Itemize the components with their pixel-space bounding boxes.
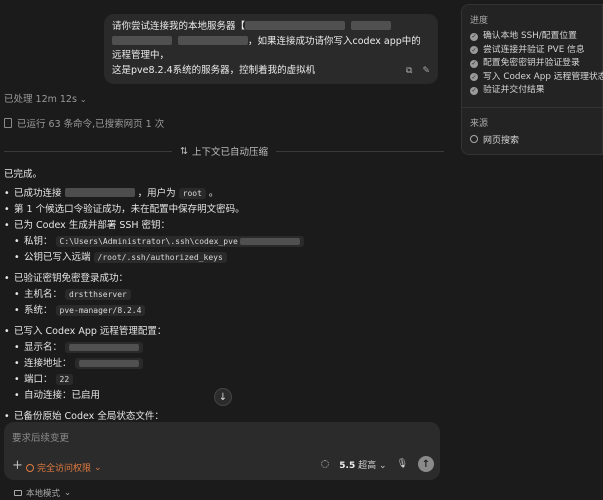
sources-title: 来源 bbox=[470, 118, 489, 129]
progress-step: ✓ 验证并交付结果 bbox=[470, 85, 545, 95]
progress-panel: 进度 ✓ 确认本地 SSH/配置位置 ✓ 尝试连接并验证 PVE 信息 ✓ 配置免密密… bbox=[461, 4, 603, 155]
redacted-text bbox=[112, 35, 172, 45]
monitor-icon bbox=[14, 490, 22, 496]
globe-icon bbox=[470, 135, 478, 143]
composer-input[interactable]: 要求后续变更 bbox=[12, 430, 69, 444]
check-icon: ✓ bbox=[470, 46, 478, 55]
chevron-down-icon: ⌄ bbox=[79, 95, 87, 104]
code-display-name bbox=[65, 342, 144, 353]
code-private-key: C:\Users\Administrator\.ssh\codex_pve bbox=[55, 236, 304, 247]
list-item: 已成功连接 ，用户为 root 。 bbox=[4, 186, 440, 202]
progress-step: ✓ 尝试连接并验证 PVE 信息 bbox=[470, 44, 585, 55]
composer[interactable]: 要求后续变更 + 完全访问权限 ⌄ 5.5 超高 ⌄ 🎙 ↑ bbox=[4, 422, 440, 480]
done-text: 已完成。 bbox=[4, 169, 43, 180]
list-item: 显示名： bbox=[4, 340, 440, 356]
redacted-text bbox=[245, 21, 346, 30]
redacted-text bbox=[178, 35, 248, 45]
check-icon: ✓ bbox=[470, 73, 478, 82]
list-item: 端口： 22 bbox=[4, 372, 440, 388]
chat-area: 请你尝试连接我的本地服务器【 ，如果连接成功请你写入codex app中的远程管… bbox=[0, 0, 446, 500]
mode-label: 本地模式 bbox=[26, 489, 61, 499]
compress-icon: ⇅ bbox=[180, 145, 188, 157]
app-window: 请你尝试连接我的本地服务器【 ，如果连接成功请你写入codex app中的远程管… bbox=[0, 0, 603, 500]
mode-selector[interactable]: 本地模式 ⌄ bbox=[14, 487, 71, 499]
copy-icon[interactable]: ⧉ bbox=[406, 66, 412, 76]
check-icon: ✓ bbox=[470, 59, 478, 68]
list-item: 公钥已写入远端 /root/.ssh/authorized_keys bbox=[4, 250, 440, 266]
list-item: 连接地址： bbox=[4, 356, 440, 372]
progress-step: ✓ 配置免密密钥并验证登录 bbox=[470, 58, 580, 68]
send-button[interactable]: ↑ bbox=[418, 456, 434, 472]
redacted-text bbox=[64, 188, 135, 197]
code-user: root bbox=[178, 188, 206, 199]
run-summary[interactable]: 已运行 63 条命令,已搜索网页 1 次 bbox=[4, 116, 164, 130]
list-item: 私钥： C:\Users\Administrator\.ssh\codex_pv… bbox=[4, 234, 440, 250]
redacted-text bbox=[351, 21, 392, 30]
progress-step: ✓ 确认本地 SSH/配置位置 bbox=[470, 31, 577, 41]
compressed-label: 上下文已自动压缩 bbox=[191, 147, 268, 158]
source-item[interactable]: 网页搜索 bbox=[470, 133, 594, 146]
compressed-notice: ⇅ 上下文已自动压缩 bbox=[172, 144, 276, 159]
model-selector[interactable]: 5.5 超高 ⌄ bbox=[339, 458, 386, 471]
list-item: 已为 Codex 生成并部署 SSH 密钥： bbox=[4, 218, 440, 234]
progress-step: ✓ 写入 Codex App 远程管理状态 bbox=[470, 71, 603, 82]
divider-line bbox=[276, 150, 445, 152]
divider bbox=[462, 106, 602, 108]
list-item: 第 1 个候选口令验证成功，未在配置中保存明文密码。 bbox=[4, 202, 440, 218]
list-item: 系统： pve-manager/8.2.4 bbox=[4, 303, 440, 319]
check-icon: ✓ bbox=[470, 32, 478, 41]
arrow-down-icon[interactable]: ↓ bbox=[214, 388, 232, 406]
code-system: pve-manager/8.2.4 bbox=[55, 305, 146, 316]
assistant-response: 已完成。 已成功连接 ，用户为 root 。 第 1 个候选口令验证成功，未在配… bbox=[4, 167, 440, 425]
code-port: 22 bbox=[55, 374, 74, 385]
list-item: 已写入 Codex App 远程管理配置： bbox=[4, 324, 440, 340]
user-message-line3: 这是pve8.2.4系统的服务器，控制着我的虚拟机 bbox=[112, 64, 316, 76]
context-compressed-divider: ⇅ 上下文已自动压缩 bbox=[4, 144, 445, 159]
warning-icon bbox=[26, 463, 34, 472]
plus-icon[interactable]: + bbox=[12, 458, 23, 473]
microphone-icon[interactable]: 🎙 bbox=[397, 459, 408, 469]
chevron-down-icon: ⌄ bbox=[379, 460, 387, 471]
user-message-bubble: 请你尝试连接我的本地服务器【 ，如果连接成功请你写入codex app中的远程管… bbox=[104, 14, 438, 84]
message-actions: ⧉ ✎ bbox=[406, 66, 430, 76]
chevron-down-icon: ⌄ bbox=[94, 462, 102, 473]
edit-icon[interactable]: ✎ bbox=[422, 66, 430, 76]
processed-toggle[interactable]: 已处理 12m 12s ⌄ bbox=[4, 91, 87, 105]
code-authorized-keys: /root/.ssh/authorized_keys bbox=[93, 252, 227, 263]
processed-label: 已处理 12m 12s bbox=[4, 94, 77, 105]
composer-controls: 5.5 超高 ⌄ 🎙 ↑ bbox=[321, 456, 434, 472]
spinner-icon bbox=[321, 460, 330, 468]
check-icon: ✓ bbox=[470, 86, 478, 95]
access-level-button[interactable]: 完全访问权限 ⌄ bbox=[26, 461, 102, 474]
list-item: 已验证密钥免密登录成功： bbox=[4, 271, 440, 287]
list-item: 主机名： drstthserver bbox=[4, 287, 440, 303]
code-address bbox=[74, 358, 143, 369]
run-summary-label: 已运行 63 条命令,已搜索网页 1 次 bbox=[17, 119, 165, 130]
divider-line bbox=[4, 150, 173, 152]
code-hostname: drstthserver bbox=[65, 289, 131, 300]
user-message-line1: 请你尝试连接我的本地服务器【 bbox=[112, 21, 246, 32]
chevron-down-icon: ⌄ bbox=[64, 488, 72, 498]
progress-title: 进度 bbox=[470, 16, 489, 26]
document-icon bbox=[4, 118, 12, 128]
